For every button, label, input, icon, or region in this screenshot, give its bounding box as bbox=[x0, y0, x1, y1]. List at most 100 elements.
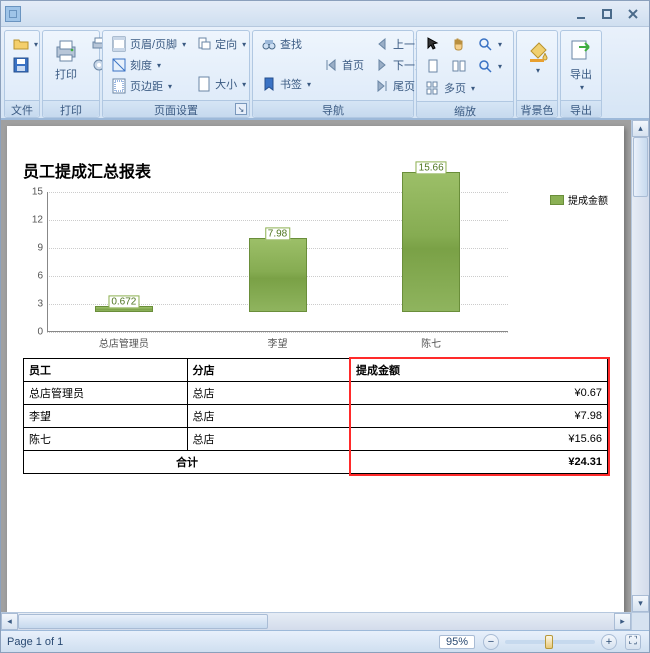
find-button[interactable]: 查找 bbox=[257, 34, 315, 54]
cell-branch: 总店 bbox=[187, 405, 351, 428]
scale-icon bbox=[111, 57, 127, 73]
hand-tool-button[interactable] bbox=[447, 34, 471, 54]
first-page-button[interactable]: 首页 bbox=[319, 55, 368, 75]
orientation-button[interactable]: 定向▾ bbox=[192, 34, 250, 54]
data-label: 7.98 bbox=[265, 227, 290, 240]
x-tick: 陈七 bbox=[391, 335, 471, 350]
close-button[interactable] bbox=[621, 5, 645, 23]
app-icon bbox=[5, 6, 21, 22]
last-page-icon bbox=[374, 78, 390, 94]
y-tick: 15 bbox=[25, 187, 43, 198]
scroll-right-button[interactable]: ▸ bbox=[614, 613, 631, 630]
printer-icon bbox=[52, 37, 80, 65]
ribbon-group-label: 导航 bbox=[253, 100, 413, 117]
paint-bucket-icon bbox=[523, 37, 551, 65]
scale-button[interactable]: 刻度▾ bbox=[107, 55, 190, 75]
many-pages-button[interactable]: 多页▾ bbox=[421, 78, 509, 98]
total-amount: ¥24.31 bbox=[351, 451, 608, 474]
next-page-icon bbox=[374, 57, 390, 73]
zoom-pct-icon bbox=[477, 58, 493, 74]
cell-branch: 总店 bbox=[187, 428, 351, 451]
margins-button[interactable]: 页边距▾ bbox=[107, 76, 190, 96]
bookmark-button[interactable]: 书签▾ bbox=[257, 74, 315, 94]
size-button[interactable]: 大小▾ bbox=[192, 74, 250, 94]
cell-emp: 李望 bbox=[24, 405, 188, 428]
ribbon-group-label: 背景色 bbox=[517, 100, 557, 117]
chart-bar bbox=[402, 172, 460, 312]
table-row: 陈七总店¥15.66 bbox=[24, 428, 608, 451]
open-button[interactable]: ▾ bbox=[9, 34, 42, 54]
total-label: 合计 bbox=[24, 451, 351, 474]
cell-branch: 总店 bbox=[187, 382, 351, 405]
scroll-up-button[interactable]: ▴ bbox=[632, 120, 649, 137]
table-row: 总店管理员总店¥0.67 bbox=[24, 382, 608, 405]
zoom-pct-button[interactable]: ▾ bbox=[473, 56, 506, 76]
ribbon-group-label: 页面设置 bbox=[103, 100, 249, 117]
header-footer-button[interactable]: 页眉/页脚▾ bbox=[107, 34, 190, 54]
minimize-button[interactable] bbox=[569, 5, 593, 23]
margins-icon bbox=[111, 78, 127, 94]
horizontal-scrollbar[interactable]: ◂ ▸ bbox=[1, 612, 631, 630]
cell-amount: ¥15.66 bbox=[351, 428, 608, 451]
col-header-branch: 分店 bbox=[187, 359, 351, 382]
cell-emp: 总店管理员 bbox=[24, 382, 188, 405]
status-bar: Page 1 of 1 95% − + ⛶ bbox=[1, 630, 649, 652]
ribbon-group-page-setup: 页眉/页脚▾ 刻度▾ 页边距▾ 定向▾ 大小▾ 页面设置 ↘ bbox=[102, 30, 250, 118]
cell-amount: ¥7.98 bbox=[351, 405, 608, 428]
scroll-down-button[interactable]: ▾ bbox=[632, 595, 649, 612]
data-label: 0.672 bbox=[108, 295, 139, 308]
ribbon-group-bgcolor: ▾ 背景色 bbox=[516, 30, 558, 118]
save-button[interactable] bbox=[9, 55, 42, 75]
scroll-track[interactable] bbox=[18, 613, 614, 630]
folder-open-icon bbox=[13, 36, 29, 52]
y-tick: 6 bbox=[25, 271, 43, 282]
header-footer-icon bbox=[111, 36, 127, 52]
zoom-value[interactable]: 95% bbox=[439, 635, 475, 649]
ribbon-group-label: 文件 bbox=[5, 100, 39, 117]
vertical-scrollbar[interactable]: ▴ ▾ bbox=[631, 120, 649, 612]
floppy-icon bbox=[13, 57, 29, 73]
x-axis bbox=[47, 331, 508, 332]
magnifier-button[interactable]: ▾ bbox=[473, 34, 506, 54]
commission-chart: 提成金额 036912150.6727.9815.66 总店管理员李望陈七 bbox=[23, 192, 608, 352]
maximize-button[interactable] bbox=[595, 5, 619, 23]
chart-legend: 提成金额 bbox=[550, 192, 608, 207]
hand-icon bbox=[451, 36, 467, 52]
page-size-icon bbox=[196, 76, 212, 92]
table-row: 李望总店¥7.98 bbox=[24, 405, 608, 428]
legend-swatch bbox=[550, 195, 564, 205]
export-icon bbox=[567, 37, 595, 65]
ribbon-group-file: ▾ 文件 bbox=[4, 30, 40, 118]
scroll-left-button[interactable]: ◂ bbox=[1, 613, 18, 630]
pointer-icon bbox=[425, 36, 441, 52]
two-page-icon bbox=[451, 58, 467, 74]
export-button[interactable]: 导出 ▾ bbox=[562, 34, 600, 95]
ribbon-group-label: 缩放 bbox=[417, 101, 513, 118]
pointer-tool-button[interactable] bbox=[421, 34, 445, 54]
zoom-in-button[interactable]: + bbox=[601, 634, 617, 650]
grid-pages-icon bbox=[425, 80, 441, 96]
zoom-out-button[interactable]: − bbox=[483, 634, 499, 650]
orientation-icon bbox=[196, 36, 212, 52]
scroll-thumb[interactable] bbox=[18, 614, 268, 629]
chart-bar bbox=[249, 238, 307, 312]
table-header-row: 员工 分店 提成金额 bbox=[24, 359, 608, 382]
cell-emp: 陈七 bbox=[24, 428, 188, 451]
x-tick: 李望 bbox=[238, 335, 318, 350]
bgcolor-button[interactable]: ▾ bbox=[518, 34, 556, 78]
ribbon: ▾ 文件 打印 bbox=[1, 27, 649, 119]
ribbon-group-label: 导出 bbox=[561, 100, 601, 117]
scroll-track[interactable] bbox=[632, 137, 649, 595]
page-setup-dialog-launcher[interactable]: ↘ bbox=[235, 103, 247, 115]
print-button[interactable]: 打印 bbox=[47, 34, 85, 85]
zoom-fit-button[interactable]: ⛶ bbox=[625, 634, 641, 650]
y-tick: 12 bbox=[25, 215, 43, 226]
zoom-slider-thumb[interactable] bbox=[545, 635, 553, 649]
ribbon-group-nav: 查找 书签▾ 首页 上一页 下一页 尾页 导航 bbox=[252, 30, 414, 118]
report-title: 员工提成汇总报表 bbox=[23, 158, 608, 182]
binoculars-icon bbox=[261, 36, 277, 52]
one-page-button[interactable] bbox=[421, 56, 445, 76]
scroll-thumb[interactable] bbox=[633, 137, 648, 197]
zoom-slider[interactable] bbox=[505, 640, 595, 644]
two-page-button[interactable] bbox=[447, 56, 471, 76]
